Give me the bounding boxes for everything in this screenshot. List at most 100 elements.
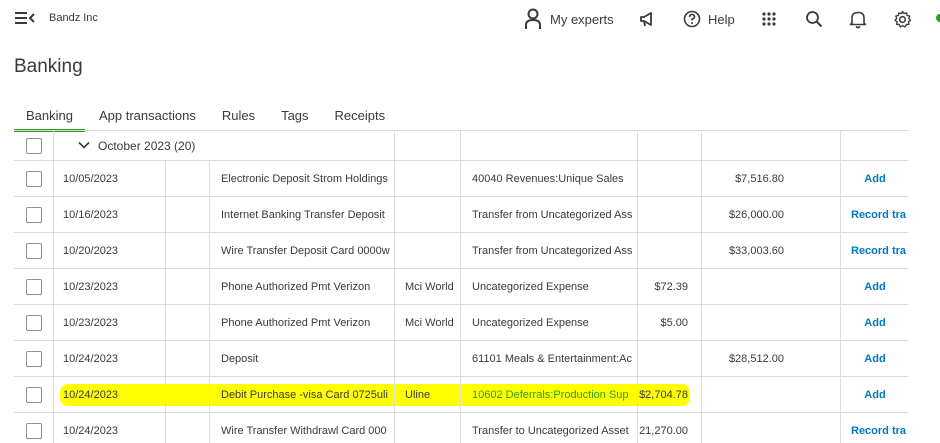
group-header-row[interactable]: October 2023 (20): [14, 131, 908, 161]
apps-button[interactable]: [761, 7, 777, 31]
row-checkbox-cell: [26, 269, 46, 304]
date-cell: 10/16/2023: [63, 208, 119, 221]
menu-icon[interactable]: [14, 10, 36, 26]
category-cell[interactable]: Transfer from Uncategorized Ass: [472, 233, 637, 268]
column-divider: [701, 269, 702, 304]
chevron-down-icon[interactable]: [78, 141, 90, 150]
column-divider: [53, 161, 54, 196]
row-checkbox[interactable]: [26, 314, 42, 331]
notifications-button[interactable]: [849, 7, 867, 31]
spent-cell: [638, 197, 688, 232]
received-cell: $28,512.00: [728, 352, 784, 365]
table-row[interactable]: 10/24/2023 Wire Transfer Withdrawl Card …: [14, 413, 908, 443]
column-divider: [840, 341, 841, 376]
tab-receipts[interactable]: Receipts: [335, 100, 386, 131]
tab-app-transactions[interactable]: App transactions: [99, 100, 196, 131]
column-divider: [209, 269, 210, 304]
table-row-highlighted[interactable]: 10/24/2023 Debit Purchase -visa Card 072…: [14, 377, 908, 413]
help-button[interactable]: Help: [683, 7, 735, 31]
record-transfer-button[interactable]: Record tra: [842, 413, 908, 443]
date-cell: 10/20/2023: [63, 244, 119, 257]
row-checkbox[interactable]: [26, 206, 42, 223]
description-cell: Electronic Deposit Strom Holdings: [221, 172, 388, 185]
column-divider: [701, 233, 702, 268]
search-button[interactable]: [805, 7, 823, 31]
column-divider: [840, 305, 841, 340]
row-checkbox[interactable]: [26, 170, 42, 187]
column-divider: [840, 377, 841, 412]
row-checkbox[interactable]: [26, 278, 42, 295]
column-divider: [460, 269, 461, 304]
spent-cell: [638, 161, 688, 196]
category-cell[interactable]: Uncategorized Expense: [472, 269, 637, 304]
company-name[interactable]: Bandz Inc: [49, 12, 98, 24]
column-divider: [840, 131, 841, 160]
column-divider: [53, 197, 54, 232]
date-cell: 10/23/2023: [63, 316, 119, 329]
row-checkbox[interactable]: [26, 386, 42, 403]
category-cell[interactable]: 40040 Revenues:Unique Sales: [472, 161, 637, 196]
column-divider: [165, 233, 166, 268]
category-cell[interactable]: 61101 Meals & Entertainment:Ac: [472, 341, 637, 376]
spent-cell: [638, 233, 688, 268]
description-cell: Wire Transfer Deposit Card 0000w: [221, 244, 390, 257]
description-cell: Internet Banking Transfer Deposit: [221, 208, 385, 221]
column-divider: [394, 305, 395, 340]
select-all-cell: [26, 131, 46, 160]
category-cell[interactable]: Transfer from Uncategorized Ass: [472, 197, 637, 232]
received-cell: [704, 305, 784, 340]
column-divider: [209, 161, 210, 196]
category-cell[interactable]: 10602 Deferrals:Production Sup: [472, 377, 637, 412]
table-row[interactable]: 10/23/2023 Phone Authorized Pmt Verizon …: [14, 305, 908, 341]
row-checkbox[interactable]: [26, 422, 42, 439]
record-transfer-button[interactable]: Record tra: [842, 233, 908, 268]
table-row[interactable]: 10/05/2023 Electronic Deposit Strom Hold…: [14, 161, 908, 197]
column-divider: [394, 269, 395, 304]
my-experts-button[interactable]: My experts: [524, 7, 614, 31]
add-button[interactable]: Add: [842, 161, 908, 196]
column-divider: [394, 233, 395, 268]
table-row[interactable]: 10/24/2023 Deposit 61101 Meals & Enterta…: [14, 341, 908, 377]
column-divider: [165, 377, 166, 412]
row-checkbox-cell: [26, 161, 46, 196]
table-row[interactable]: 10/23/2023 Phone Authorized Pmt Verizon …: [14, 269, 908, 305]
tab-banking[interactable]: Banking: [14, 100, 85, 132]
page-title: Banking: [14, 56, 83, 77]
row-checkbox[interactable]: [26, 350, 42, 367]
category-cell[interactable]: Transfer to Uncategorized Asset: [472, 413, 637, 443]
select-all-checkbox[interactable]: [26, 137, 42, 154]
payee-cell: [405, 197, 459, 232]
row-checkbox-cell: [26, 233, 46, 268]
column-divider: [394, 341, 395, 376]
add-button[interactable]: Add: [842, 305, 908, 340]
description-cell: Wire Transfer Withdrawl Card 000: [221, 424, 387, 437]
add-button[interactable]: Add: [842, 269, 908, 304]
category-cell[interactable]: Uncategorized Expense: [472, 305, 637, 340]
tab-bar: Banking App transactions Rules Tags Rece…: [14, 100, 411, 132]
column-divider: [53, 269, 54, 304]
column-divider: [701, 341, 702, 376]
table-row[interactable]: 10/16/2023 Internet Banking Transfer Dep…: [14, 197, 908, 233]
date-cell: 10/24/2023: [63, 352, 119, 365]
settings-button[interactable]: [893, 7, 912, 31]
received-cell: $26,000.00: [728, 208, 784, 221]
table-row[interactable]: 10/20/2023 Wire Transfer Deposit Card 00…: [14, 233, 908, 269]
announcements-button[interactable]: [638, 7, 656, 31]
column-divider: [53, 413, 54, 443]
column-divider: [637, 131, 638, 160]
record-transfer-button[interactable]: Record tra: [842, 197, 908, 232]
row-checkbox[interactable]: [26, 242, 42, 259]
column-divider: [460, 377, 461, 412]
tab-rules[interactable]: Rules: [222, 100, 255, 131]
gear-icon: [894, 10, 912, 28]
description-cell: Phone Authorized Pmt Verizon: [221, 280, 371, 293]
add-button[interactable]: Add: [842, 341, 908, 376]
column-divider: [53, 341, 54, 376]
column-divider: [460, 305, 461, 340]
column-divider: [165, 269, 166, 304]
column-divider: [394, 161, 395, 196]
payee-cell: Mci World: [405, 316, 454, 329]
add-button[interactable]: Add: [842, 377, 908, 412]
tab-tags[interactable]: Tags: [281, 100, 308, 131]
column-divider: [460, 131, 461, 160]
